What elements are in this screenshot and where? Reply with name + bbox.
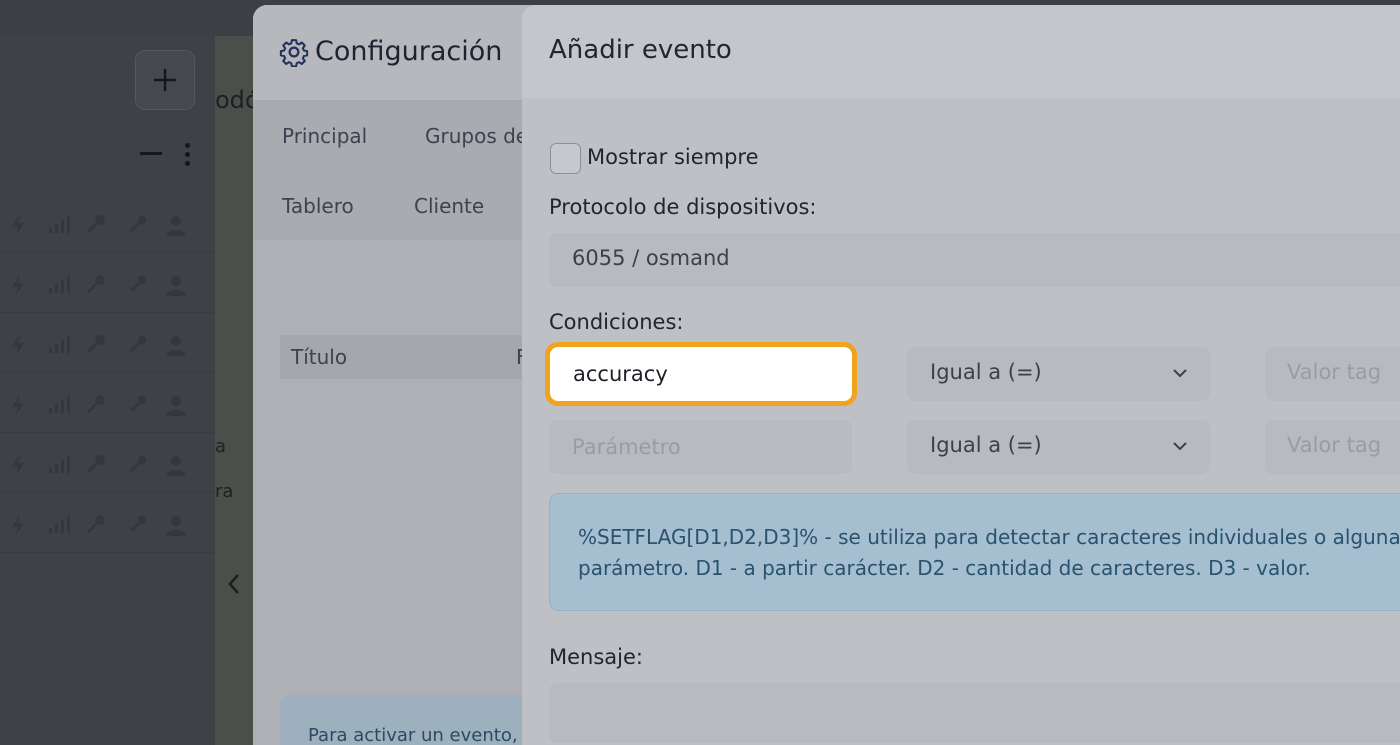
- signal-icon: [49, 336, 70, 353]
- user-icon: [166, 216, 186, 236]
- more-vertical-icon[interactable]: [185, 143, 191, 167]
- key-icon: [86, 515, 105, 534]
- key-icon: [86, 215, 105, 234]
- bolt-icon: [12, 275, 24, 295]
- wrench-icon: [129, 396, 146, 413]
- key-icon: [86, 395, 105, 414]
- device-row[interactable]: [0, 374, 215, 433]
- condition-operator-select[interactable]: Igual a (=): [907, 347, 1210, 401]
- message-label: Mensaje:: [549, 645, 643, 669]
- protocol-label: Protocolo de dispositivos:: [549, 195, 817, 219]
- setflag-help-box: %SETFLAG[D1,D2,D3]% - se utiliza para de…: [549, 493, 1400, 611]
- gear-icon: [279, 38, 309, 67]
- user-icon: [166, 456, 186, 476]
- wrench-icon: [129, 336, 146, 353]
- configuration-tabs: Principal Grupos de Tablero Cliente: [253, 100, 553, 240]
- condition-operator-value: Igual a (=): [930, 433, 1042, 457]
- condition-parameter-input[interactable]: [550, 347, 852, 401]
- condition-tag-value-input[interactable]: Valor tag: [1265, 347, 1400, 401]
- user-icon: [166, 336, 186, 356]
- wrench-icon: [129, 516, 146, 533]
- device-row[interactable]: [0, 194, 215, 253]
- message-input[interactable]: [549, 683, 1400, 743]
- plus-icon: [154, 69, 176, 91]
- configuration-title-text: Configuración: [315, 36, 503, 67]
- protocol-select-value: 6055 / osmand: [572, 246, 730, 270]
- bolt-icon: [12, 455, 24, 475]
- device-row[interactable]: [0, 434, 215, 493]
- chevron-down-icon: [1173, 442, 1187, 451]
- key-icon: [86, 335, 105, 354]
- configuration-info-box: Para activar un evento,: [280, 695, 540, 745]
- wrench-icon: [129, 216, 146, 233]
- condition-tag-placeholder: Valor tag: [1287, 433, 1382, 457]
- chevron-left-icon[interactable]: [226, 572, 242, 596]
- bolt-icon: [12, 335, 24, 355]
- configuration-body: [253, 240, 553, 745]
- tab-tablero[interactable]: Tablero: [282, 194, 354, 218]
- tab-principal[interactable]: Principal: [282, 124, 367, 148]
- condition-operator-select[interactable]: Igual a (=): [907, 420, 1210, 474]
- key-icon: [86, 455, 105, 474]
- add-event-title: Añadir evento: [549, 35, 732, 65]
- add-device-button[interactable]: [135, 50, 195, 110]
- configuration-dialog: Configuración Principal Grupos de Tabler…: [253, 5, 553, 745]
- user-icon: [166, 276, 186, 296]
- conditions-label: Condiciones:: [549, 310, 684, 334]
- signal-icon: [49, 516, 70, 533]
- signal-icon: [49, 216, 70, 233]
- condition-parameter-input[interactable]: [549, 420, 852, 474]
- condition-tag-value-input[interactable]: Valor tag: [1265, 420, 1400, 474]
- signal-icon: [49, 456, 70, 473]
- user-icon: [166, 396, 186, 416]
- map-label: a: [215, 436, 227, 457]
- configuration-title: Configuración: [279, 36, 502, 67]
- map-label: ra: [215, 481, 234, 502]
- table-header-title: Título: [291, 345, 348, 369]
- configuration-dialog-header: Configuración: [253, 5, 553, 100]
- collapse-icon[interactable]: [140, 152, 162, 155]
- signal-icon: [49, 276, 70, 293]
- bolt-icon: [12, 215, 24, 235]
- tab-grupos[interactable]: Grupos de: [425, 124, 528, 148]
- device-row[interactable]: [0, 254, 215, 313]
- help-text-line: %SETFLAG[D1,D2,D3]% - se utiliza para de…: [578, 525, 1400, 549]
- configuration-info-text: Para activar un evento,: [308, 725, 518, 745]
- bolt-icon: [12, 515, 24, 535]
- table-header: Título F: [280, 335, 540, 379]
- wrench-icon: [129, 456, 146, 473]
- show-always-checkbox[interactable]: [550, 143, 581, 174]
- chevron-down-icon: [1173, 369, 1187, 378]
- add-event-dialog-header: Añadir evento: [522, 5, 1400, 98]
- key-icon: [86, 275, 105, 294]
- add-event-dialog: Añadir evento Mostrar siempre Protocolo …: [522, 5, 1400, 745]
- protocol-select[interactable]: 6055 / osmand: [549, 233, 1400, 287]
- user-icon: [166, 516, 186, 536]
- signal-icon: [49, 396, 70, 413]
- wrench-icon: [129, 276, 146, 293]
- bolt-icon: [12, 395, 24, 415]
- device-row[interactable]: [0, 494, 215, 553]
- show-always-label[interactable]: Mostrar siempre: [587, 145, 759, 169]
- condition-tag-placeholder: Valor tag: [1287, 360, 1382, 384]
- help-text-line: parámetro. D1 - a partir carácter. D2 - …: [578, 556, 1311, 580]
- background-sidebar: [0, 36, 215, 745]
- tab-cliente[interactable]: Cliente: [414, 194, 484, 218]
- device-row[interactable]: [0, 314, 215, 373]
- condition-operator-value: Igual a (=): [930, 360, 1042, 384]
